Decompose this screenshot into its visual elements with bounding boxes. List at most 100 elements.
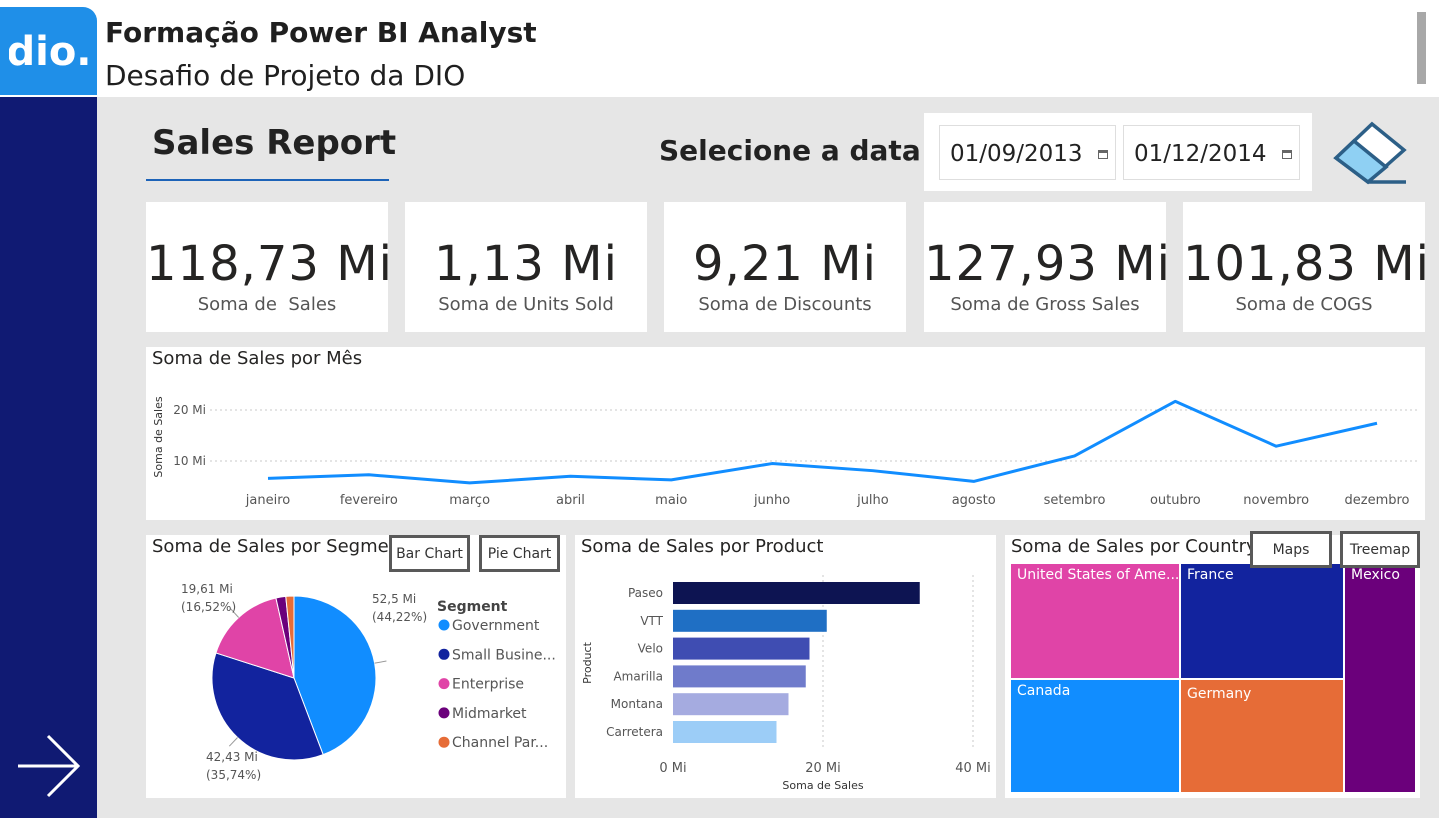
chart-title: Soma de Sales por Country [1011, 536, 1257, 557]
x-tick-label: dezembro [1345, 493, 1410, 508]
legend-marker [438, 736, 450, 748]
calendar-icon[interactable] [1098, 150, 1108, 159]
kpi-value: 101,83 Mi [1183, 236, 1430, 292]
slice-value-label: 19,61 Mi [181, 582, 233, 596]
y-tick-label: Montana [611, 697, 663, 711]
x-tick-label: novembro [1243, 493, 1309, 508]
slice-value-label: 52,5 Mi [372, 592, 416, 606]
bar [673, 637, 810, 660]
slice-percent-label: (16,52%) [181, 600, 236, 614]
x-tick-label: 40 Mi [955, 761, 991, 776]
kpi-card-units-sold: 1,13 Mi Soma de Units Sold [405, 202, 647, 332]
leader-line [228, 737, 238, 747]
bar [673, 665, 806, 688]
legend-marker [438, 707, 450, 719]
treemap-cell-france[interactable]: France [1181, 564, 1343, 678]
y-tick-label: Velo [638, 642, 663, 656]
y-tick-label: 10 Mi [173, 454, 206, 468]
y-tick-label: Carretera [606, 725, 663, 739]
kpi-label: Soma de Units Sold [438, 294, 614, 315]
bar-chart-plot: Product Paseo VTT Velo Amarilla Montana Carre… [581, 575, 991, 792]
bar [673, 721, 777, 743]
legend-item: Enterprise [452, 677, 524, 693]
kpi-label: Soma de Discounts [698, 294, 872, 315]
pie-chart-toggle-button[interactable]: Pie Chart [479, 535, 560, 572]
slice-percent-label: (44,22%) [372, 610, 427, 624]
app-title: Formação Power BI Analyst [105, 16, 537, 49]
kpi-value: 127,93 Mi [924, 236, 1171, 292]
sales-by-country-chart: Soma de Sales por Country United States … [1005, 535, 1420, 798]
sales-line-series [267, 399, 1378, 485]
legend-item: Small Busine... [452, 647, 556, 663]
report-title: Sales Report [152, 123, 397, 163]
dio-logo-mark: dio. [9, 31, 89, 71]
app-subtitle: Desafio de Projeto da DIO [105, 59, 466, 92]
bar-chart-toggle-button[interactable]: Bar Chart [389, 535, 470, 572]
bar [673, 609, 827, 632]
y-tick-label: Amarilla [613, 669, 663, 683]
treemap-cell-mexico[interactable]: Mexico [1345, 564, 1415, 792]
slice-value-label: 42,43 Mi [206, 750, 258, 764]
treemap-cell-canada[interactable]: Canada [1011, 680, 1179, 792]
kpi-card-cogs: 101,83 Mi Soma de COGS [1183, 202, 1430, 332]
bar [673, 582, 920, 604]
x-axis-label: Soma de Sales [782, 779, 863, 792]
y-tick-label: VTT [640, 614, 663, 628]
eraser-icon[interactable] [1332, 120, 1410, 186]
sales-by-product-chart: Soma de Sales por Product Product Paseo V… [575, 535, 996, 798]
sales-by-month-chart: Soma de Sales por Mês Soma de Sales 10 M… [146, 347, 1425, 520]
vertical-scrollbar[interactable] [1417, 12, 1426, 84]
x-tick-label: abril [556, 493, 585, 508]
slice-percent-label: (35,74%) [206, 768, 261, 782]
x-tick-label: agosto [952, 493, 996, 508]
legend-item: Channel Par... [452, 735, 548, 751]
treemap-cell-germany[interactable]: Germany [1181, 680, 1343, 792]
line-chart-plot: Soma de Sales 10 Mi 20 Mi janeiro fevereir… [152, 396, 1418, 508]
sidebar [0, 97, 97, 818]
leader-line [374, 660, 387, 664]
y-tick-label: Paseo [628, 586, 663, 600]
x-tick-label: fevereiro [340, 493, 398, 508]
kpi-value: 118,73 Mi [146, 236, 393, 292]
end-date-input[interactable]: 01/12/2014 [1123, 125, 1300, 180]
start-date-input[interactable]: 01/09/2013 [939, 125, 1116, 180]
maps-toggle-button[interactable]: Maps [1250, 531, 1332, 568]
sales-by-segment-chart: Soma de Sales por Segment 52,5 Mi (44,22%… [146, 535, 566, 798]
end-date-value: 01/12/2014 [1134, 141, 1267, 167]
legend-item: Government [452, 618, 540, 634]
dio-logo: dio. [0, 7, 97, 95]
legend-marker [438, 619, 450, 631]
x-tick-label: 0 Mi [659, 761, 686, 776]
legend-marker [438, 648, 450, 660]
x-tick-label: setembro [1044, 493, 1106, 508]
x-tick-label: julho [856, 493, 889, 508]
kpi-label: Soma de Gross Sales [950, 294, 1140, 315]
kpi-value: 9,21 Mi [693, 236, 877, 292]
x-tick-label: outubro [1150, 493, 1201, 508]
kpi-card-discounts: 9,21 Mi Soma de Discounts [664, 202, 906, 332]
pie-chart-plot: 52,5 Mi (44,22%) 42,43 Mi (35,74%) 19,61 Mi (… [181, 582, 556, 782]
y-axis-label: Product [581, 641, 594, 683]
title-underline [146, 179, 389, 181]
treemap-cell-usa[interactable]: United States of Ame... [1011, 564, 1179, 678]
kpi-card-sales: 118,73 Mi Soma de Sales [146, 202, 393, 332]
calendar-icon[interactable] [1282, 150, 1292, 159]
legend-title: Segment [437, 599, 508, 615]
y-axis-label: Soma de Sales [152, 396, 165, 477]
x-tick-label: janeiro [245, 493, 290, 508]
legend-item: Midmarket [452, 706, 527, 722]
start-date-value: 01/09/2013 [950, 141, 1083, 167]
x-tick-label: março [449, 493, 490, 508]
svg-text:dio.: dio. [9, 31, 89, 71]
kpi-label: Soma de Sales [197, 294, 337, 315]
x-tick-label: 20 Mi [805, 761, 841, 776]
treemap-toggle-button[interactable]: Treemap [1340, 531, 1420, 568]
next-page-arrow-icon[interactable] [14, 732, 82, 800]
legend-marker [438, 678, 450, 690]
x-tick-label: junho [753, 493, 790, 508]
bar [673, 693, 789, 716]
y-tick-label: 20 Mi [173, 403, 206, 417]
x-tick-label: maio [655, 493, 687, 508]
date-slicer: 01/09/2013 01/12/2014 [924, 113, 1312, 191]
kpi-value: 1,13 Mi [434, 236, 618, 292]
